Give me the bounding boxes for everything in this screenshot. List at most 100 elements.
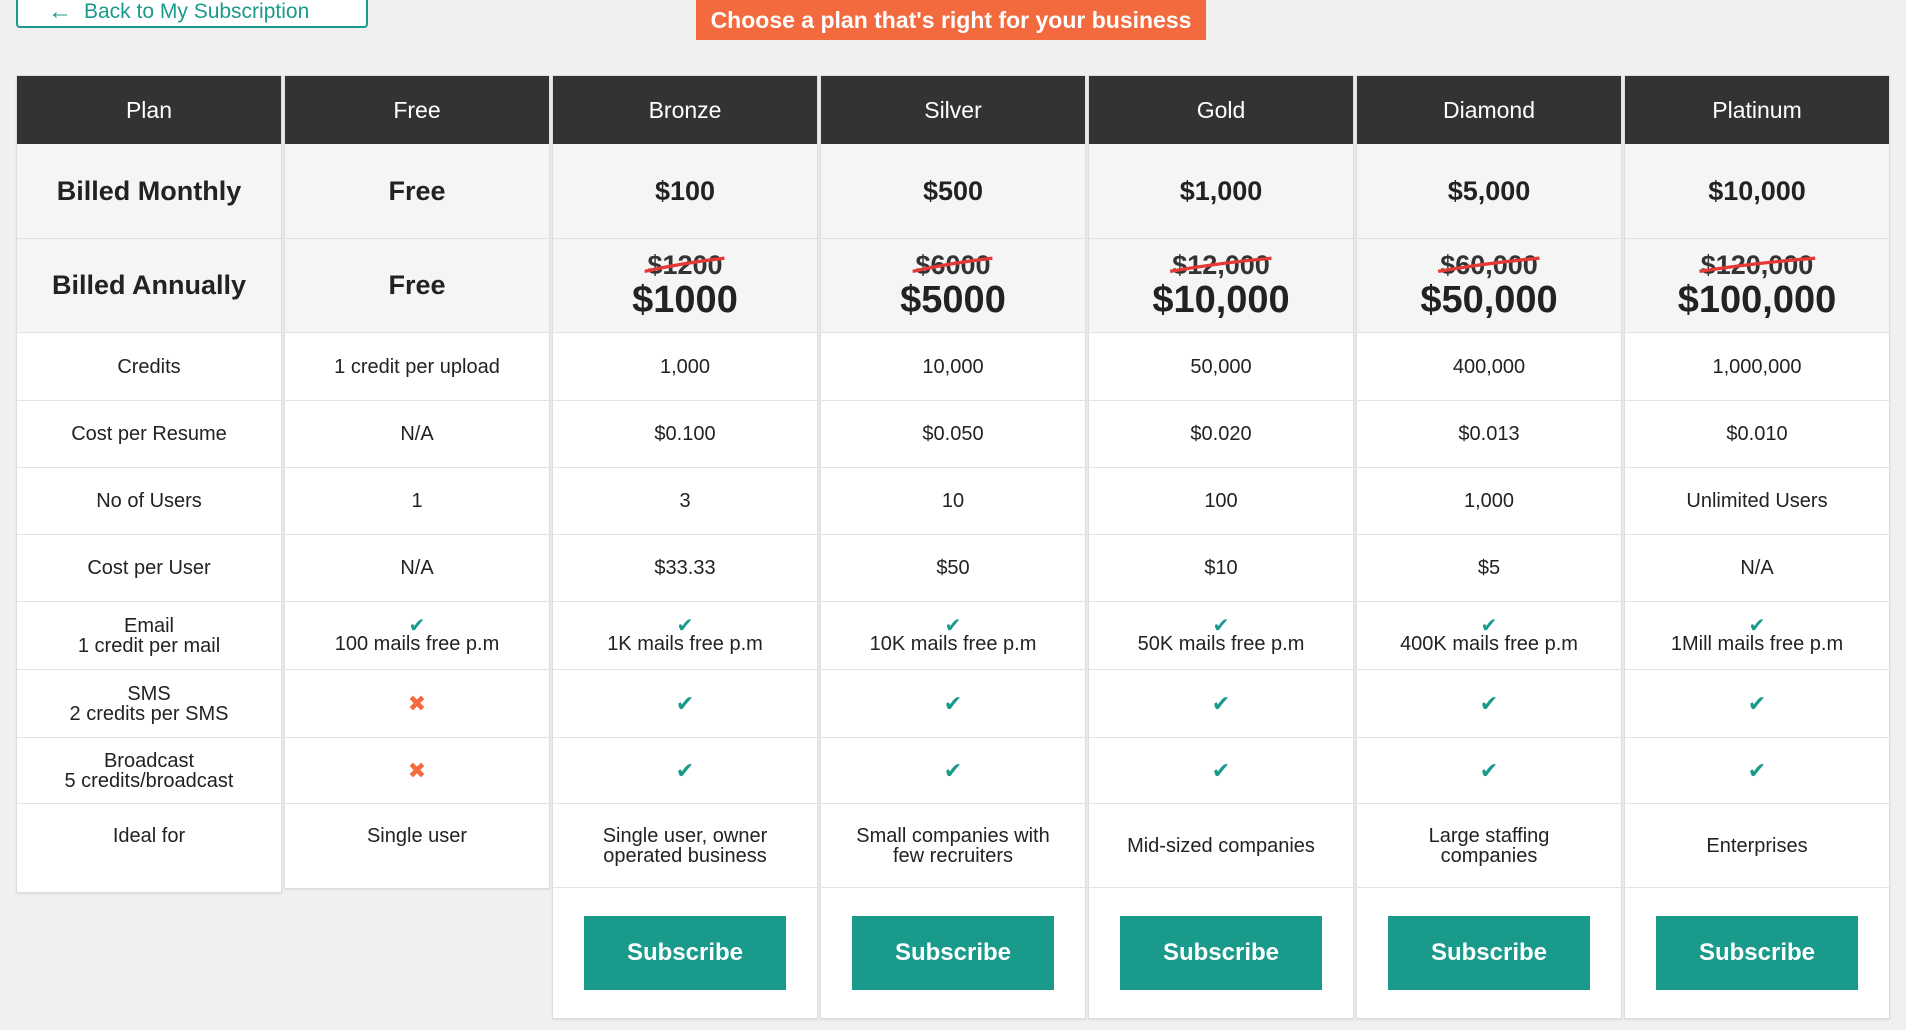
strike-line <box>1698 256 1816 274</box>
cost-resume-value: $0.050 <box>922 423 984 445</box>
back-to-subscription-button[interactable]: ← Back to My Subscription <box>16 0 368 28</box>
label-text: Ideal for <box>112 825 186 847</box>
check-icon: ✔ <box>944 614 962 637</box>
check-icon: ✔ <box>1211 757 1231 783</box>
broadcast-cell: ✔ <box>821 738 1085 804</box>
monthly-value: $500 <box>922 175 984 206</box>
monthly-price: $500 <box>821 144 1085 239</box>
cost-user-cell: N/A <box>285 535 549 602</box>
ideal-cell: Mid-sized companies <box>1089 804 1353 888</box>
credits-cell: 400,000 <box>1357 333 1621 401</box>
cost-user-value: N/A <box>1740 557 1774 579</box>
broadcast-cell: ✔ <box>1089 738 1353 804</box>
arrow-left-icon: ← <box>48 0 72 25</box>
cost-user-cell: $5 <box>1357 535 1621 602</box>
plan-column-silver: Silver $500 $6000 $5000 10,000 $0.050 10… <box>820 75 1086 1019</box>
sms-cell: ✔ <box>1089 670 1353 738</box>
check-icon: ✔ <box>1748 614 1766 637</box>
plan-name: Gold <box>1196 96 1246 123</box>
check-icon: ✔ <box>1747 757 1767 783</box>
annual-value: $5000 <box>900 279 1006 321</box>
check-icon: ✔ <box>1211 690 1231 716</box>
ideal-value: Mid-sized companies <box>1127 834 1315 857</box>
ideal-value: Single user <box>366 825 468 847</box>
users-value: 3 <box>679 490 691 512</box>
credits-value: 1,000 <box>659 355 711 378</box>
ideal-cell: Small companies with few recruiters <box>821 804 1085 888</box>
email-cell: ✔ 400K mails free p.m <box>1357 602 1621 670</box>
users-cell: 3 <box>553 468 817 535</box>
check-icon: ✔ <box>943 690 963 716</box>
email-value: 1Mill mails free p.m <box>1670 632 1844 655</box>
email-cell: ✔ 10K mails free p.m <box>821 602 1085 670</box>
subscribe-button-gold[interactable]: Subscribe <box>1120 916 1322 990</box>
email-value: 50K mails free p.m <box>1137 632 1305 655</box>
annual-value: $10,000 <box>1152 279 1290 321</box>
subscribe-button-platinum[interactable]: Subscribe <box>1656 916 1858 990</box>
cost-user-value: $10 <box>1204 557 1238 579</box>
plan-column-diamond: Diamond $5,000 $60,000 $50,000 400,000 $… <box>1356 75 1622 1019</box>
ideal-value: Enterprises <box>1706 834 1808 857</box>
plan-column-platinum: Platinum $10,000 $120,000 $100,000 1,000… <box>1624 75 1890 1019</box>
cost-resume-value: $0.020 <box>1190 423 1252 445</box>
label-subtext: 1 credit per mail <box>77 634 221 657</box>
label-cost-per-user: Cost per User <box>17 535 281 602</box>
label-text: Broadcast <box>103 749 195 772</box>
monthly-value: $5,000 <box>1447 175 1531 206</box>
check-icon: ✔ <box>675 757 695 783</box>
monthly-price: $5,000 <box>1357 144 1621 239</box>
sms-cell: ✔ <box>821 670 1085 738</box>
ideal-value: Large staffing companies <box>1428 824 1550 867</box>
old-annual-price: $12,000 <box>1170 252 1272 279</box>
subscribe-button-diamond[interactable]: Subscribe <box>1388 916 1590 990</box>
check-icon: ✔ <box>943 757 963 783</box>
subscribe-button-silver[interactable]: Subscribe <box>852 916 1054 990</box>
back-button-label: Back to My Subscription <box>84 0 310 23</box>
old-annual-price: $6000 <box>912 252 993 279</box>
check-icon: ✔ <box>1212 614 1230 637</box>
subscribe-button-bronze[interactable]: Subscribe <box>584 916 786 990</box>
annual-value: $1000 <box>632 279 738 321</box>
plan-column-free: Free Free Free 1 credit per upload N/A 1… <box>284 75 550 889</box>
label-text: Billed Monthly <box>56 175 242 206</box>
monthly-value: Free <box>388 175 446 206</box>
email-cell: ✔ 100 mails free p.m <box>285 602 549 670</box>
ideal-value: Single user, owner operated business <box>602 824 768 867</box>
banner-text: Choose a plan that's right for your busi… <box>710 6 1192 33</box>
label-text: No of Users <box>96 490 202 512</box>
ideal-cell: Single user, owner operated business <box>553 804 817 888</box>
users-cell: Unlimited Users <box>1625 468 1889 535</box>
credits-cell: 1,000 <box>553 333 817 401</box>
column-header: Free <box>285 76 549 144</box>
credits-cell: 50,000 <box>1089 333 1353 401</box>
cost-user-value: $5 <box>1477 557 1501 579</box>
label-text: Email <box>123 614 174 637</box>
cost-resume-cell: $0.013 <box>1357 401 1621 468</box>
plan-column-bronze: Bronze $100 $1200 $1000 1,000 $0.100 3 $… <box>552 75 818 1019</box>
plan-name: Silver <box>924 96 982 123</box>
cost-resume-cell: N/A <box>285 401 549 468</box>
email-value: 100 mails free p.m <box>334 632 500 655</box>
monthly-price: $10,000 <box>1625 144 1889 239</box>
label-cost-per-resume: Cost per Resume <box>17 401 281 468</box>
users-cell: 100 <box>1089 468 1353 535</box>
column-header: Platinum <box>1625 76 1889 144</box>
cost-user-cell: N/A <box>1625 535 1889 602</box>
email-cell: ✔ 1K mails free p.m <box>553 602 817 670</box>
subscribe-wrap: Subscribe <box>1089 888 1353 1018</box>
old-annual-price: $60,000 <box>1438 252 1540 279</box>
monthly-value: $1,000 <box>1179 175 1263 206</box>
cost-resume-value: $0.100 <box>654 423 716 445</box>
check-icon: ✔ <box>1480 614 1498 637</box>
credits-value: 1,000,000 <box>1712 355 1802 378</box>
credits-value: 10,000 <box>922 355 984 378</box>
cost-resume-cell: $0.020 <box>1089 401 1353 468</box>
monthly-value: $100 <box>654 175 716 206</box>
cost-user-value: $50 <box>936 557 970 579</box>
credits-value: 1 credit per upload <box>334 355 500 378</box>
label-broadcast: Broadcast 5 credits/broadcast <box>17 738 281 804</box>
ideal-cell: Enterprises <box>1625 804 1889 888</box>
annual-value: $100,000 <box>1677 279 1837 321</box>
label-text: Cost per Resume <box>71 423 227 445</box>
check-icon: ✔ <box>1479 690 1499 716</box>
